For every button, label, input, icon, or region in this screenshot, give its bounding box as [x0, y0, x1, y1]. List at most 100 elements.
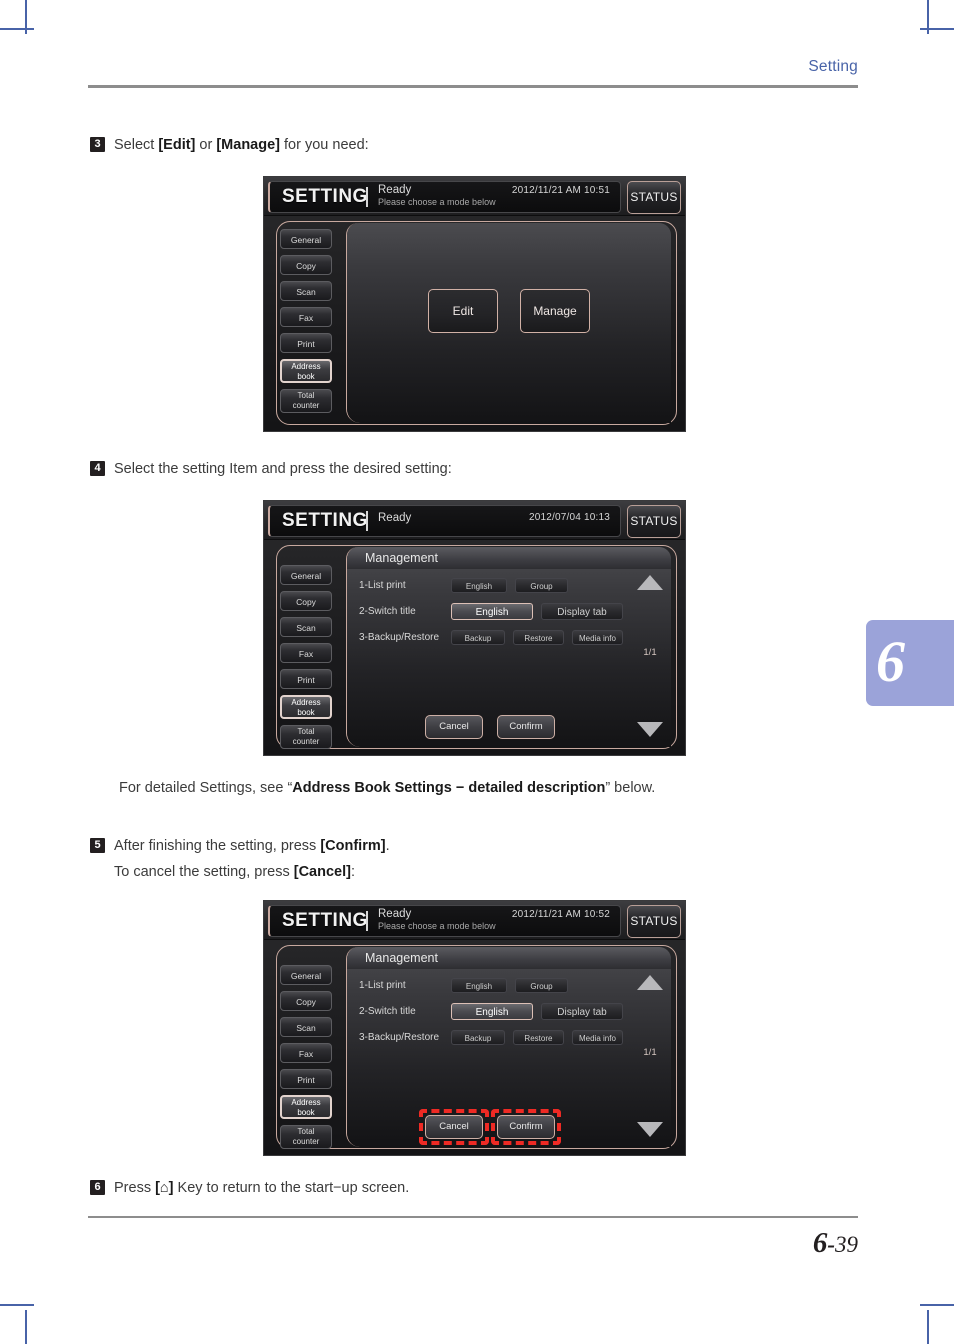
home-key-icon: [⌂] — [155, 1180, 174, 1196]
option-backup-3[interactable]: Backup — [451, 1030, 505, 1045]
sidebar-item-print-2[interactable]: Print — [280, 669, 332, 689]
status-button-2[interactable]: STATUS — [627, 505, 681, 538]
section-title-2: Management — [347, 547, 671, 569]
lcd-screen-management[interactable]: SETTING Ready 2012/07/04 10:13 STATUS Ge… — [263, 500, 686, 756]
sidebar-item-copy-3[interactable]: Copy — [280, 991, 332, 1011]
lcd-content-pane-2: Management 1-List print English Group 2-… — [346, 547, 671, 747]
confirm-button-2[interactable]: Confirm — [497, 715, 555, 739]
scroll-down-arrow-icon-3[interactable] — [637, 1122, 663, 1137]
sidebar-item-scan-2[interactable]: Scan — [280, 617, 332, 637]
lcd-brand-separator-3 — [366, 911, 368, 931]
edit-button[interactable]: Edit — [428, 289, 498, 333]
lcd-datetime-1: 2012/11/21 AM 10:51 — [511, 185, 610, 196]
table-row: 3-Backup/Restore Backup Restore Media in… — [359, 629, 631, 646]
action-buttons-2: Cancel Confirm — [347, 715, 633, 739]
page-folio: 6-39 — [88, 1227, 858, 1260]
sidebar-item-general-3[interactable]: General — [280, 965, 332, 985]
note-prefix: For detailed Settings, see “ — [119, 780, 293, 796]
scroll-up-arrow-icon-2[interactable] — [637, 575, 663, 590]
crop-mark-bottom-left-vertical — [25, 1310, 27, 1344]
crop-mark-top-left-horizontal — [0, 28, 34, 30]
sidebar-item-address-book-label-2a: Address — [291, 698, 321, 707]
sidebar-item-copy-2[interactable]: Copy — [280, 591, 332, 611]
step-6-body: Press [⌂] Key to return to the start−up … — [114, 1175, 409, 1201]
sidebar-item-general-1[interactable]: General — [280, 229, 332, 249]
sidebar-item-total-counter-3[interactable]: Total counter — [280, 1125, 332, 1149]
sidebar-item-print-1[interactable]: Print — [280, 333, 332, 353]
manage-button[interactable]: Manage — [520, 289, 590, 333]
lcd-screen-management-highlighted[interactable]: SETTING Ready Please choose a mode below… — [263, 900, 686, 1156]
lcd-brand-label-3: SETTING — [282, 910, 368, 931]
sidebar-item-address-book-label-2b: book — [297, 708, 315, 717]
sidebar-item-scan-1[interactable]: Scan — [280, 281, 332, 301]
lcd-brand-separator-2 — [366, 511, 368, 531]
cancel-button-2[interactable]: Cancel — [425, 715, 483, 739]
option-switch-title-english-3[interactable]: English — [451, 1003, 533, 1020]
step-5-line-1: After finishing the setting, press [Conf… — [114, 833, 390, 859]
note-suffix: ” below. — [605, 780, 656, 796]
confirm-button-3[interactable]: Confirm — [491, 1109, 561, 1145]
option-switch-title-english-2[interactable]: English — [451, 603, 533, 620]
cancel-button-label-3: Cancel — [439, 1121, 469, 1132]
crop-mark-top-right-horizontal — [920, 28, 954, 30]
option-list-print-group-3[interactable]: Group — [515, 978, 568, 993]
sidebar-item-print-3[interactable]: Print — [280, 1069, 332, 1089]
sidebar-item-total-counter-label-2b: counter — [292, 737, 320, 746]
sidebar-item-fax-3[interactable]: Fax — [280, 1043, 332, 1063]
step-3-number: 3 — [90, 137, 105, 152]
lcd-ready-text-2: Ready — [378, 512, 412, 524]
lcd-submessage-1: Please choose a mode below — [378, 197, 496, 207]
step-6: 6 Press [⌂] Key to return to the start−u… — [90, 1175, 409, 1201]
sidebar-item-copy-1[interactable]: Copy — [280, 255, 332, 275]
status-button-3[interactable]: STATUS — [627, 905, 681, 938]
option-backup-2[interactable]: Backup — [451, 630, 505, 645]
lcd-body-1: General Copy Scan Fax Print Address book… — [264, 215, 685, 431]
lcd-submessage-3: Please choose a mode below — [378, 921, 496, 931]
sidebar-item-fax-1[interactable]: Fax — [280, 307, 332, 327]
sidebar-item-address-book-1[interactable]: Address book — [280, 359, 332, 383]
lcd-status-plate-1: SETTING Ready Please choose a mode below… — [268, 181, 621, 213]
step-5-body: After finishing the setting, press [Conf… — [114, 833, 390, 885]
status-button-1[interactable]: STATUS — [627, 181, 681, 214]
row-label-list-print-3: 1-List print — [359, 980, 406, 991]
detailed-settings-note: For detailed Settings, see “Address Book… — [119, 780, 655, 796]
settings-rows-2: 1-List print English Group 2-Switch titl… — [359, 577, 631, 655]
option-media-info-3[interactable]: Media info — [571, 1030, 623, 1045]
step-6-text-c: Key to return to the start−up screen. — [173, 1180, 410, 1196]
sidebar-item-total-counter-2[interactable]: Total counter — [280, 725, 332, 749]
lcd-status-plate-2: SETTING Ready 2012/07/04 10:13 — [268, 505, 621, 537]
scroll-up-arrow-icon-3[interactable] — [637, 975, 663, 990]
crop-mark-bottom-right-horizontal — [920, 1304, 954, 1306]
lcd-ready-text-1: Ready — [378, 184, 412, 196]
row-label-switch-title-2: 2-Switch title — [359, 606, 416, 617]
sidebar-item-address-book-3[interactable]: Address book — [280, 1095, 332, 1119]
sidebar-item-address-book-label-1b: book — [297, 372, 315, 381]
sidebar-item-fax-2[interactable]: Fax — [280, 643, 332, 663]
lcd-top-bar-1: SETTING Ready Please choose a mode below… — [264, 177, 685, 216]
scroll-down-arrow-icon-2[interactable] — [637, 722, 663, 737]
page-footer: 6-39 — [88, 1216, 858, 1260]
option-switch-title-display-tab-2[interactable]: Display tab — [541, 603, 623, 620]
cancel-button-3[interactable]: Cancel — [419, 1109, 489, 1145]
lcd-screen-edit-manage[interactable]: SETTING Ready Please choose a mode below… — [263, 176, 686, 432]
step-3-text-a: Select — [114, 137, 159, 153]
option-list-print-group-2[interactable]: Group — [515, 578, 568, 593]
sidebar-item-address-book-2[interactable]: Address book — [280, 695, 332, 719]
step-5-text-c: . — [385, 838, 390, 854]
step-5-line-2: To cancel the setting, press [Cancel]: — [114, 859, 390, 885]
option-restore-3[interactable]: Restore — [512, 1030, 564, 1045]
option-restore-2[interactable]: Restore — [512, 630, 564, 645]
option-list-print-english-3[interactable]: English — [451, 978, 507, 993]
option-list-print-english-2[interactable]: English — [451, 578, 507, 593]
sidebar-item-address-book-label-3b: book — [297, 1108, 315, 1117]
sidebar-item-scan-3[interactable]: Scan — [280, 1017, 332, 1037]
option-switch-title-display-tab-3[interactable]: Display tab — [541, 1003, 623, 1020]
sidebar-item-total-counter-label-3a: Total — [297, 1127, 315, 1136]
option-media-info-2[interactable]: Media info — [571, 630, 623, 645]
confirm-button-label-3: Confirm — [509, 1121, 543, 1132]
step-4: 4 Select the setting Item and press the … — [90, 456, 452, 482]
sidebar-item-total-counter-1[interactable]: Total counter — [280, 389, 332, 413]
sidebar-item-general-2[interactable]: General — [280, 565, 332, 585]
lcd-datetime-3: 2012/11/21 AM 10:52 — [511, 909, 610, 920]
sidebar-item-address-book-label-3a: Address — [291, 1098, 321, 1107]
